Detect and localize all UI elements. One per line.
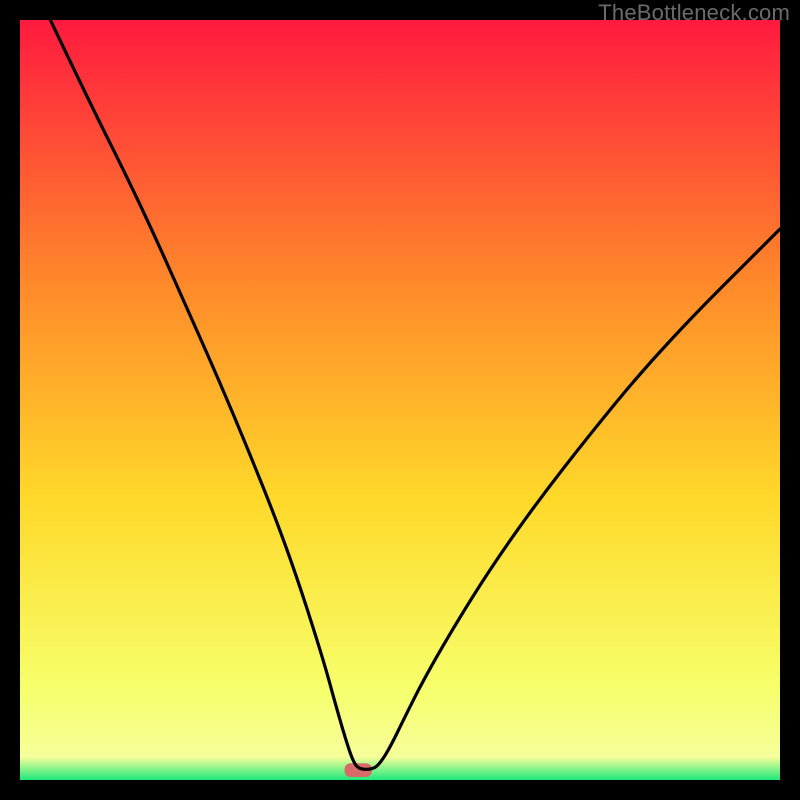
plot-svg: [20, 20, 780, 780]
plot-area: [20, 20, 780, 780]
watermark-text: TheBottleneck.com: [598, 0, 790, 26]
chart-frame: TheBottleneck.com: [0, 0, 800, 800]
gradient-background: [20, 20, 780, 780]
